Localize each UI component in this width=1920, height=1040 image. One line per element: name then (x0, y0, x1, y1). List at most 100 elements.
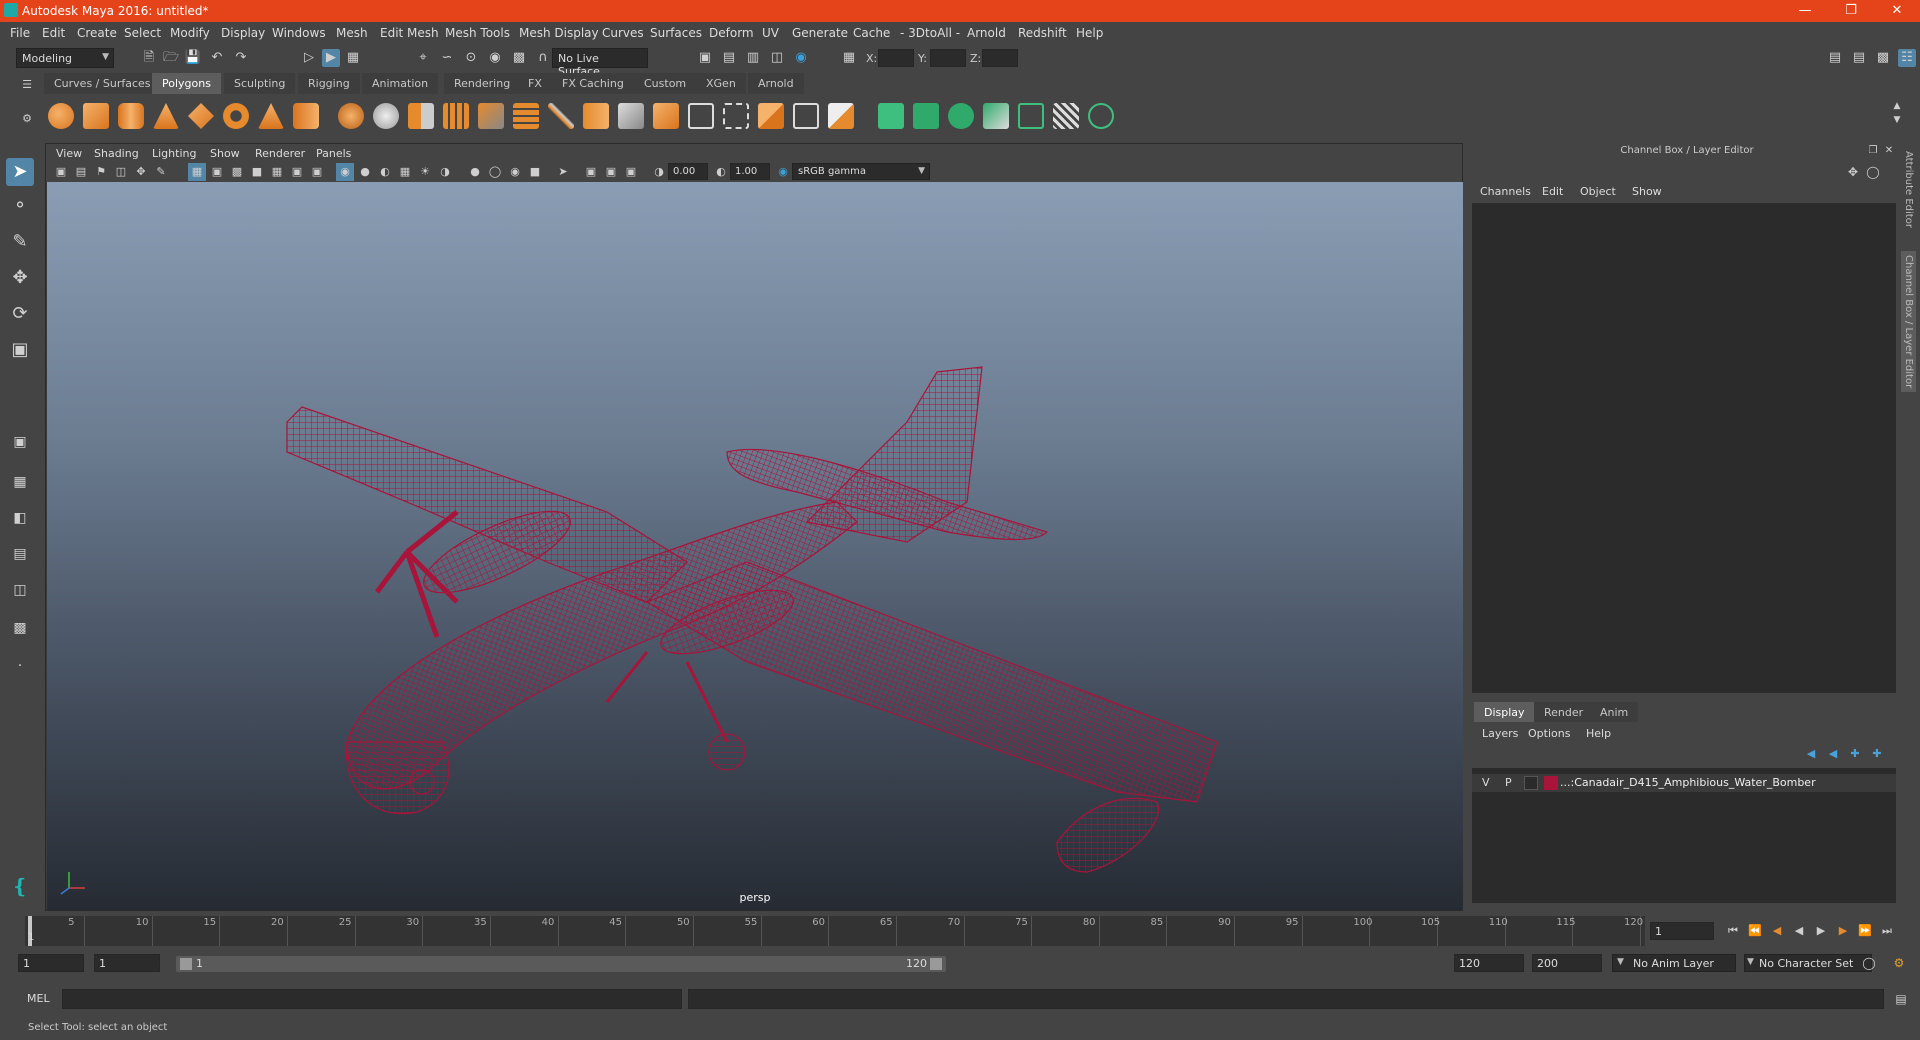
extrude-icon[interactable] (478, 103, 504, 129)
uv-cylindrical-icon[interactable] (913, 103, 939, 129)
mel-label[interactable]: MEL (27, 992, 50, 1005)
move-tool-icon[interactable]: ✥ (6, 264, 34, 292)
snap-magnet-icon[interactable]: ∩ (534, 49, 552, 67)
uv-spherical-icon[interactable] (948, 103, 974, 129)
poly-torus-icon[interactable] (223, 103, 249, 129)
ipr-render-icon[interactable]: ▥ (744, 49, 762, 67)
step-forward-key-icon[interactable]: ⏩ (1856, 922, 1874, 940)
speed-icon[interactable]: ◯ (1864, 163, 1882, 181)
snap-surface-icon[interactable]: ▩ (510, 49, 528, 67)
shelf-tab-rigging[interactable]: Rigging (298, 73, 360, 94)
menu-file[interactable]: File (10, 26, 30, 40)
layer-name[interactable]: ...:Canadair_D415_Amphibious_Water_Bombe… (1560, 776, 1816, 789)
uv-planar-icon[interactable] (878, 103, 904, 129)
fill-hole-icon[interactable] (758, 103, 784, 129)
gamma-icon[interactable]: ◐ (712, 163, 730, 181)
close-icon[interactable]: ✕ (1874, 0, 1920, 22)
layer-color-swatch[interactable] (1544, 776, 1558, 790)
snap-curve-icon[interactable]: ∽ (438, 49, 456, 67)
step-back-key-icon[interactable]: ⏪ (1746, 922, 1764, 940)
uv-layout-icon[interactable] (1088, 103, 1114, 129)
shelf-tab-animation[interactable]: Animation (362, 73, 439, 94)
snap-point-icon[interactable]: ⊙ (462, 49, 480, 67)
snap-grid-icon[interactable]: ⌖ (414, 49, 432, 67)
play-forwards-icon[interactable]: ▶ (1812, 922, 1830, 940)
mode-dropdown[interactable]: Modeling ▼ (16, 48, 114, 68)
lights-icon[interactable]: ☀ (416, 163, 434, 181)
layer-menu-options[interactable]: Options (1528, 727, 1570, 740)
persp-graph-layout-icon[interactable]: ▤ (6, 540, 34, 568)
current-frame-field[interactable]: 1 (1650, 922, 1714, 940)
menu-help[interactable]: Help (1076, 26, 1103, 40)
shelf-tab-rendering[interactable]: Rendering (444, 73, 521, 94)
insert-edge-loop-icon[interactable] (618, 103, 644, 129)
smooth-shade-icon[interactable]: ● (356, 163, 374, 181)
menu-create[interactable]: Create (77, 26, 117, 40)
shelf-tab-fx-caching[interactable]: FX Caching (552, 73, 634, 94)
float-panel-icon[interactable]: ❐ (1866, 144, 1880, 158)
playback-start-field[interactable]: 1 (94, 954, 160, 972)
character-set-dropdown[interactable]: No Character Set ▼ (1744, 954, 1872, 972)
manipulator-icon[interactable]: ✥ (1844, 163, 1862, 181)
move-layer-up-icon[interactable]: ◀ (1802, 745, 1820, 763)
hypershade-layout-icon[interactable]: ▩ (6, 614, 34, 642)
transform-mode-icon[interactable]: ▦ (840, 49, 858, 67)
single-perspective-layout-icon[interactable]: ▣ (6, 428, 34, 456)
menu-surfaces[interactable]: Surfaces (650, 26, 702, 40)
four-view-layout-icon[interactable]: ▦ (6, 468, 34, 496)
menu-3dtoall[interactable]: - 3DtoAll - (900, 26, 960, 40)
bookmark-icon[interactable]: ⚑ (92, 163, 110, 181)
new-layer-selected-icon[interactable]: ✚ (1868, 745, 1886, 763)
uv-unfold-icon[interactable] (1018, 103, 1044, 129)
layer-tab-display[interactable]: Display (1474, 702, 1535, 722)
bool-union-icon[interactable] (443, 103, 469, 129)
move-layer-down-icon[interactable]: ◀ (1824, 745, 1842, 763)
script-editor-icon[interactable]: ▤ (1892, 990, 1910, 1008)
side-tab-channel-box[interactable]: Channel Box / Layer Editor (1901, 251, 1916, 393)
layer-menu-help[interactable]: Help (1586, 727, 1611, 740)
menu-curves[interactable]: Curves (602, 26, 644, 40)
gate-mask-icon[interactable]: ■ (248, 163, 266, 181)
animation-preferences-icon[interactable]: ⚙ (1890, 954, 1908, 972)
vp-menu-show[interactable]: Show (210, 147, 240, 160)
go-to-start-icon[interactable]: ⏮ (1724, 922, 1742, 940)
menu-windows[interactable]: Windows (272, 26, 326, 40)
undo-icon[interactable]: ↶ (208, 49, 226, 67)
tool-settings-icon[interactable]: ▩ (1874, 49, 1892, 67)
range-slider[interactable]: 1 120 (176, 956, 946, 972)
cb-menu-object[interactable]: Object (1580, 185, 1616, 198)
z-field[interactable] (982, 49, 1018, 67)
scene-start-field[interactable]: 1 (18, 954, 84, 972)
shelf-tab-curves-surfaces[interactable]: Curves / Surfaces (44, 73, 161, 94)
poly-cylinder-icon[interactable] (118, 103, 144, 129)
select-object-icon[interactable]: ▶ (322, 49, 340, 67)
lasso-tool-icon[interactable]: ⚬ (6, 192, 34, 220)
merge-icon[interactable] (793, 103, 819, 129)
close-panel-icon[interactable]: ✕ (1882, 144, 1896, 158)
wireframe-on-shaded-icon[interactable]: ◐ (376, 163, 394, 181)
resolution-gate-icon[interactable]: ▩ (228, 163, 246, 181)
hypershade-icon[interactable]: ◉ (792, 49, 810, 67)
motion-blur-icon[interactable]: ◯ (486, 163, 504, 181)
layer-tab-anim[interactable]: Anim (1590, 702, 1639, 722)
menu-mesh[interactable]: Mesh (336, 26, 368, 40)
uv-automatic-icon[interactable] (983, 103, 1009, 129)
command-input[interactable] (62, 989, 682, 1009)
shelf-scroll-down-icon[interactable]: ▼ (1888, 111, 1906, 129)
exposure-icon[interactable]: ◑ (650, 163, 668, 181)
xray-joints-icon[interactable]: ▣ (602, 163, 620, 181)
shelf-settings-icon[interactable]: ⚙ (18, 110, 36, 128)
y-field[interactable] (930, 49, 966, 67)
save-scene-icon[interactable]: 💾 (184, 49, 202, 67)
layer-visibility-toggle[interactable]: V (1482, 776, 1490, 789)
textured-icon[interactable]: ▦ (396, 163, 414, 181)
ambient-occlusion-icon[interactable]: ● (466, 163, 484, 181)
poly-pyramid-icon[interactable] (258, 103, 284, 129)
shelf-tab-sculpting[interactable]: Sculpting (224, 73, 296, 94)
safe-action-icon[interactable]: ▣ (288, 163, 306, 181)
render-view-icon[interactable]: ▣ (696, 49, 714, 67)
offset-edge-icon[interactable] (653, 103, 679, 129)
step-forward-frame-icon[interactable]: ▶ (1834, 922, 1852, 940)
smooth-icon[interactable] (408, 103, 434, 129)
render-settings-icon[interactable]: ◫ (768, 49, 786, 67)
